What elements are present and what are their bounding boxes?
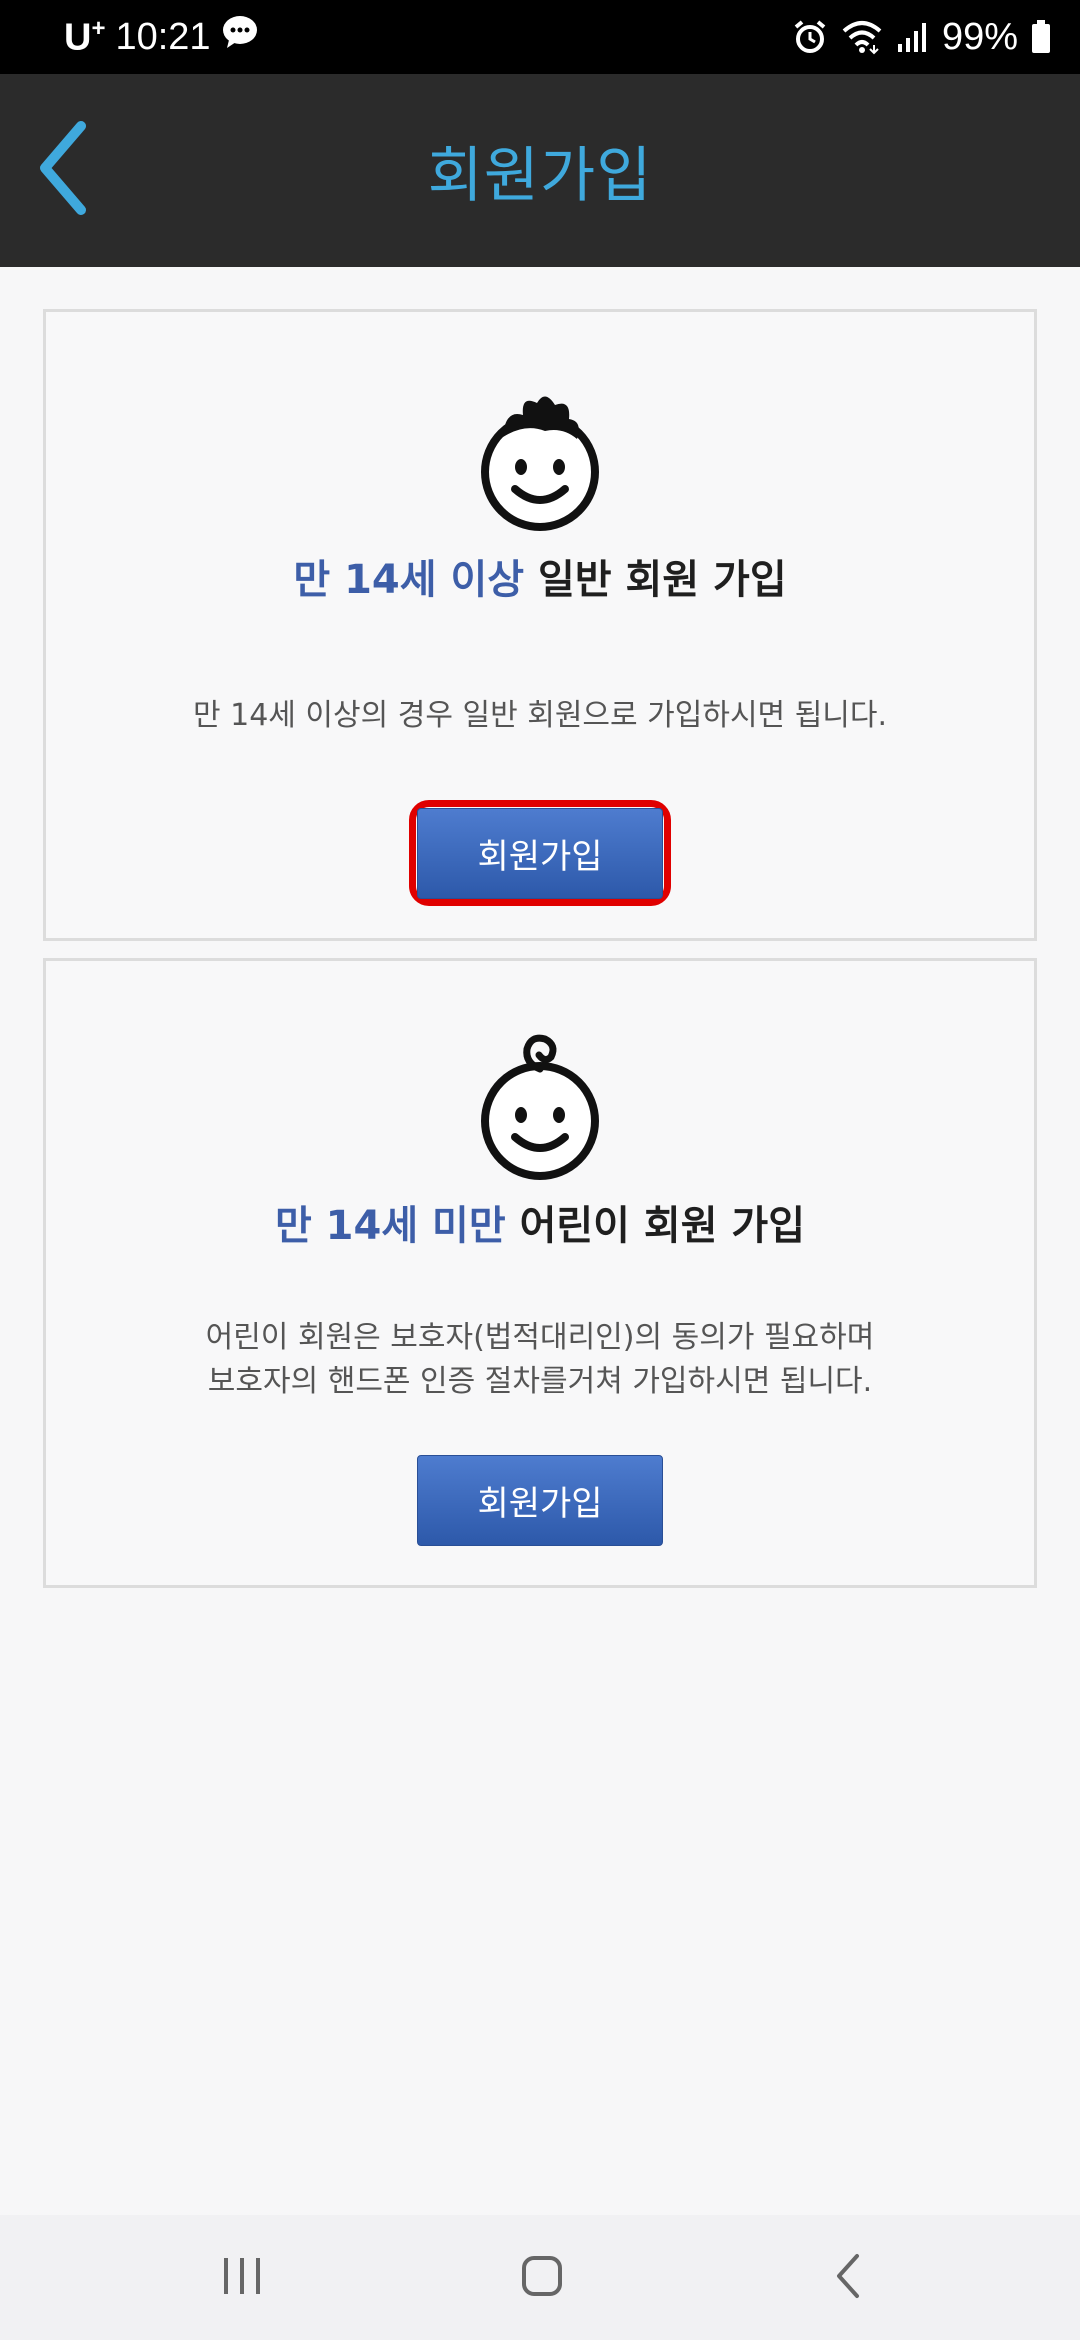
app-header: 회원가입 — [0, 74, 1080, 267]
baby-face-icon — [475, 1033, 605, 1183]
child-card-heading: 만 14세 미만 어린이 회원 가입 — [46, 1193, 1034, 1251]
adult-card-description: 만 14세 이상의 경우 일반 회원으로 가입하시면 됩니다. — [192, 698, 888, 733]
system-nav-bar — [0, 2215, 1080, 2340]
home-icon — [520, 2254, 564, 2302]
system-back-button[interactable] — [768, 2215, 928, 2340]
status-left: U+ 10:21 — [64, 0, 259, 74]
carrier-text: U — [64, 16, 92, 59]
recents-button[interactable] — [162, 2215, 322, 2340]
adult-heading-accent: 만 14세 이상 — [293, 557, 525, 603]
adult-card-heading: 만 14세 이상 일반 회원 가입 — [46, 547, 1034, 605]
child-signup-button[interactable]: 회원가입 — [417, 1455, 663, 1546]
child-heading-accent: 만 14세 미만 — [274, 1203, 506, 1249]
chat-icon — [221, 14, 259, 60]
wifi-icon — [840, 19, 884, 55]
child-description-line-2: 보호자의 핸드폰 인증 절차를거쳐 가입하시면 됩니다. — [207, 1364, 873, 1399]
child-card-description: 어린이 회원은 보호자(법적대리인)의 동의가 필요하며 보호자의 핸드폰 인증… — [46, 1316, 1034, 1404]
child-description-line-1: 어린이 회원은 보호자(법적대리인)의 동의가 필요하며 — [205, 1320, 875, 1355]
status-right: 99% — [792, 0, 1052, 74]
boy-face-icon — [475, 387, 605, 537]
page-title: 회원가입 — [427, 141, 653, 211]
signal-icon — [896, 20, 930, 54]
back-icon — [833, 2252, 863, 2304]
status-bar: U+ 10:21 99% — [0, 0, 1080, 74]
carrier-plus: + — [91, 14, 106, 42]
recents-icon — [220, 2256, 264, 2300]
child-heading-rest: 어린이 회원 가입 — [505, 1203, 806, 1249]
battery-icon — [1030, 19, 1052, 55]
alarm-icon — [792, 19, 828, 55]
carrier-label: U+ — [64, 15, 105, 60]
battery-text: 99% — [941, 15, 1018, 58]
home-button[interactable] — [462, 2215, 622, 2340]
adult-signup-card: 만 14세 이상 일반 회원 가입 만 14세 이상의 경우 일반 회원으로 가… — [43, 309, 1037, 941]
adult-signup-button[interactable]: 회원가입 — [417, 808, 663, 899]
adult-heading-rest: 일반 회원 가입 — [524, 557, 787, 603]
clock: 10:21 — [115, 15, 211, 58]
child-signup-card: 만 14세 미만 어린이 회원 가입 어린이 회원은 보호자(법적대리인)의 동… — [43, 958, 1037, 1588]
